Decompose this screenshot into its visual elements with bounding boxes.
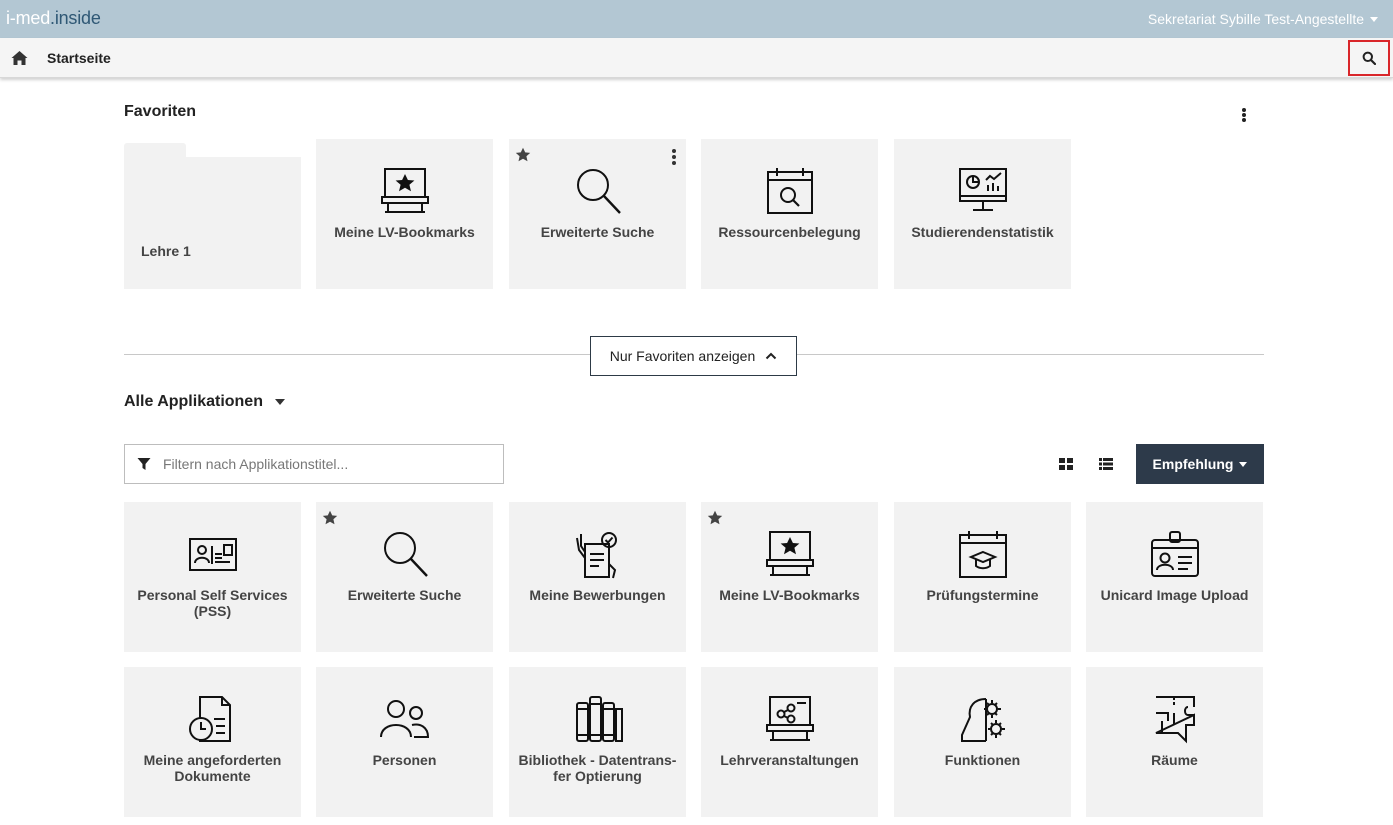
star-icon[interactable]: [707, 510, 723, 526]
favorites-only-toggle[interactable]: Nur Favoriten anzeigen: [590, 336, 797, 376]
chevron-down-icon: [1370, 16, 1378, 22]
folder-label: Lehre 1: [141, 243, 191, 259]
magnifier-icon: [383, 532, 428, 577]
folder-body: [124, 157, 301, 289]
tile-label: Erweiterte Suche: [347, 587, 462, 603]
tile-label: Erweiterte Suche: [540, 224, 655, 240]
unicard-badge-icon: [1150, 531, 1199, 577]
app-tile-lehrveranstaltungen[interactable]: Lehrveranstaltungen: [701, 667, 878, 817]
search-icon: [1362, 51, 1376, 65]
filter-input[interactable]: [163, 453, 493, 475]
application-document-icon: [575, 532, 617, 579]
app-tile-pss[interactable]: Personal Self Services (PSS): [124, 502, 301, 652]
tile-label: Unicard Image Upload: [1100, 587, 1249, 603]
favorite-folder[interactable]: Lehre 1: [124, 143, 301, 289]
exam-calendar-icon: [958, 531, 1007, 578]
brand-part-2: .inside: [50, 8, 101, 28]
document-clock-icon: [188, 696, 231, 742]
nav-bar: Startseite: [0, 38, 1393, 78]
app-tile-raeume[interactable]: Räume: [1086, 667, 1263, 817]
app-tile-angeforderte-dokumente[interactable]: Meine angeforderten Dokumente: [124, 667, 301, 817]
tile-label: Bibliothek - Datentrans-fer Optierung: [518, 752, 677, 784]
app-tile-pruefungstermine[interactable]: Prüfungstermine: [894, 502, 1071, 652]
app-filter: [124, 444, 504, 484]
brand-part-1: i-med: [6, 8, 51, 28]
head-gear-icon: [960, 698, 1005, 742]
lv-bookmarks-icon: [765, 531, 814, 576]
tile-label: Meine angeforderten Dokumente: [143, 752, 282, 784]
app-tile-personen[interactable]: Personen: [316, 667, 493, 817]
toggle-label: Nur Favoriten anzeigen: [609, 348, 756, 364]
user-name: Sekretariat Sybille Test-Angestellte: [1147, 11, 1364, 27]
app-tile-lv-bookmarks[interactable]: Meine LV-Bookmarks: [701, 502, 878, 652]
tile-label: Meine LV-Bookmarks: [334, 224, 475, 240]
app-tile-unicard-image-upload[interactable]: Unicard Image Upload: [1086, 502, 1263, 652]
tile-label: Ressourcenbelegung: [718, 224, 861, 240]
filter-icon: [137, 458, 151, 470]
tile-label: Prüfungstermine: [926, 587, 1039, 603]
brand-logo[interactable]: i-med.inside: [6, 8, 101, 29]
star-icon[interactable]: [515, 147, 531, 163]
app-tile-bibliothek[interactable]: Bibliothek - Datentrans-fer Optierung: [509, 667, 686, 817]
tile-label: Studierendenstatistik: [911, 224, 1054, 240]
tile-label: Meine Bewerbungen: [529, 587, 666, 603]
tile-menu-icon[interactable]: [671, 149, 677, 165]
top-bar: i-med.inside Sekretariat Sybille Test-An…: [0, 0, 1393, 38]
all-apps-dropdown[interactable]: Alle Applikationen: [124, 393, 285, 411]
lv-bookmarks-icon: [380, 168, 429, 213]
search-button[interactable]: [1348, 40, 1390, 76]
statistics-monitor-icon: [958, 168, 1007, 211]
all-apps-title: Alle Applikationen: [124, 393, 263, 410]
sort-label: Empfehlung: [1152, 456, 1234, 472]
chevron-up-icon: [766, 352, 777, 360]
home-icon[interactable]: [11, 50, 28, 66]
favorite-tile-erweiterte-suche[interactable]: Erweiterte Suche: [509, 139, 686, 289]
chevron-down-icon: [1239, 461, 1248, 467]
tile-label: Räume: [1151, 752, 1198, 768]
persons-icon: [379, 700, 429, 738]
page-title[interactable]: Startseite: [47, 50, 111, 66]
lecture-board-icon: [765, 696, 814, 741]
rooms-icon: [1155, 696, 1195, 744]
tile-label: Personen: [372, 752, 437, 768]
app-tile-meine-bewerbungen[interactable]: Meine Bewerbungen: [509, 502, 686, 652]
chevron-down-icon: [274, 399, 285, 405]
library-books-icon: [575, 696, 623, 742]
tile-label: Personal Self Services (PSS): [137, 587, 288, 619]
user-menu[interactable]: Sekretariat Sybille Test-Angestellte: [1148, 11, 1378, 27]
favorite-tile-studierendenstatistik[interactable]: Studierendenstatistik: [894, 139, 1071, 289]
grid-view-icon[interactable]: [1058, 456, 1074, 472]
favorite-tile-ressourcenbelegung[interactable]: Ressourcenbelegung: [701, 139, 878, 289]
list-view-icon[interactable]: [1098, 456, 1114, 472]
favorites-title: Favoriten: [124, 103, 197, 120]
tile-label: Funktionen: [944, 752, 1021, 768]
id-card-icon: [188, 538, 237, 571]
tile-label: Lehrveranstaltungen: [720, 752, 859, 768]
tile-label: Meine LV-Bookmarks: [719, 587, 860, 603]
favorite-tile-lv-bookmarks[interactable]: Meine LV-Bookmarks: [316, 139, 493, 289]
favorites-menu-icon[interactable]: [1239, 106, 1249, 124]
sort-dropdown-button[interactable]: Empfehlung: [1136, 444, 1264, 484]
app-tile-erweiterte-suche[interactable]: Erweiterte Suche: [316, 502, 493, 652]
calendar-search-icon: [766, 168, 813, 214]
app-tile-funktionen[interactable]: Funktionen: [894, 667, 1071, 817]
magnifier-icon: [576, 169, 621, 214]
star-icon[interactable]: [322, 510, 338, 526]
